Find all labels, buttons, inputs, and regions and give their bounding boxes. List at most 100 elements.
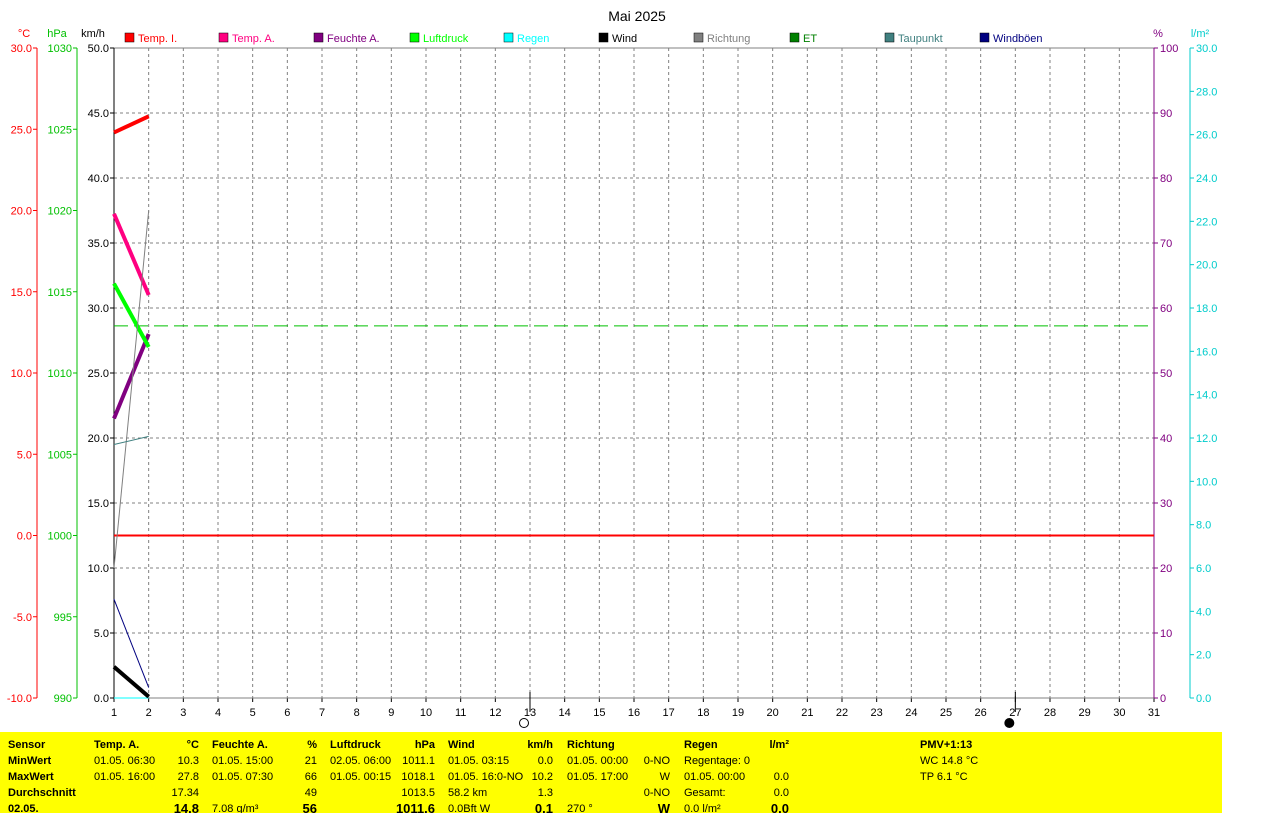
- series-line-temp-a-: [112, 213, 151, 296]
- right-axis-tick-label: 20.0: [1196, 260, 1217, 272]
- x-tick-label: 8: [354, 707, 360, 719]
- legend-swatch: [503, 32, 514, 43]
- left-axis-tick-label: 50.0: [88, 43, 109, 55]
- left-axis-tick-label: 995: [54, 612, 72, 624]
- left-axis-tick-label: 20.0: [11, 206, 32, 218]
- stats-sensor-header: Sensor: [8, 739, 46, 751]
- right-axis-tick-label: 28.0: [1196, 86, 1217, 98]
- x-tick-label: 12: [489, 707, 501, 719]
- right-axis-tick-label: 100: [1160, 43, 1178, 55]
- left-axis-tick-label: 5.0: [94, 628, 109, 640]
- x-tick-label: 18: [697, 707, 709, 719]
- left-axis-tick-label: 45.0: [88, 108, 109, 120]
- right-axis-tick-label: 80: [1160, 173, 1172, 185]
- dir-header: Richtung: [567, 739, 615, 751]
- wind-avg: 1.3: [537, 787, 553, 799]
- pmv-windchill: WC 14.8 °C: [920, 755, 979, 767]
- x-tick-label: 16: [628, 707, 640, 719]
- x-tick-label: 14: [559, 707, 571, 719]
- right-axis-tick-label: 0: [1160, 693, 1166, 705]
- legend-label: Regen: [517, 33, 549, 45]
- stats-col-temp: Temp. A. °C 01.05. 06:30 10.3 01.05. 16:00…: [94, 732, 199, 813]
- left-axis-tick-label: 30.0: [11, 43, 32, 55]
- x-tick-label: 1: [111, 707, 117, 719]
- rain-max-time: 01.05. 00:00: [684, 771, 746, 783]
- rain-current: 0.0: [770, 801, 789, 813]
- right-axis-tick-label: 14.0: [1196, 390, 1217, 402]
- right-axis-tick-label: 2.0: [1196, 650, 1211, 662]
- wind-min-time: 01.05. 03:15: [448, 755, 510, 767]
- right-axis-tick-label: 26.0: [1196, 130, 1217, 142]
- temp-min-value: 10.3: [177, 755, 199, 767]
- x-tick-label: 28: [1044, 707, 1056, 719]
- series-line-wind: [112, 665, 151, 699]
- stats-col-pmv: PMV+1:13 WC 14.8 °C TP 6.1 °C: [800, 732, 1100, 813]
- chart-grid: [114, 48, 1154, 698]
- stats-current-label: 02.05.: [8, 803, 39, 813]
- left-axis-tick-label: 40.0: [88, 173, 109, 185]
- temp-min-time: 01.05. 06:30: [94, 755, 156, 767]
- left-axis-tick-label: 1025: [48, 124, 72, 136]
- x-tick-label: 4: [215, 707, 221, 719]
- legend-swatch: [693, 32, 704, 43]
- right-axis-tick-label: 50: [1160, 368, 1172, 380]
- series-line-taupunkt: [113, 435, 149, 445]
- temp-max-value: 27.8: [177, 771, 199, 783]
- dir-max-time: 01.05. 17:00: [567, 771, 629, 783]
- legend-swatch: [598, 32, 609, 43]
- hum-max-time: 01.05. 07:30: [212, 771, 274, 783]
- temp-avg: 17.34: [171, 787, 199, 799]
- hum-current: 56: [302, 801, 317, 813]
- x-tick-label: 31: [1148, 707, 1160, 719]
- left-axis-tick-label: 1030: [48, 43, 72, 55]
- right-axis-tick-label: 10.0: [1196, 476, 1217, 488]
- left-axis-tick-label: 1005: [48, 449, 72, 461]
- press-avg: 1013.5: [401, 787, 435, 799]
- left-axis-tick-label: 15.0: [88, 498, 109, 510]
- x-tick-label: 10: [420, 707, 432, 719]
- full-moon-icon: [519, 718, 529, 728]
- x-tick-label: 22: [836, 707, 848, 719]
- legend-swatch: [409, 32, 420, 43]
- dir-current-deg: 270 °: [567, 803, 593, 813]
- left-axis-unit: °C: [18, 28, 30, 40]
- right-axis-unit: l/m²: [1191, 28, 1210, 40]
- legend-swatch: [884, 32, 895, 43]
- right-axis-tick-label: 12.0: [1196, 433, 1217, 445]
- left-axis-tick-label: -5.0: [13, 612, 32, 624]
- series-line-luftdruck: [112, 282, 151, 348]
- rain-max-value: 0.0: [773, 771, 789, 783]
- legend-label: Temp. A.: [232, 33, 275, 45]
- pmv-dewpoint: TP 6.1 °C: [920, 771, 968, 783]
- chart-title: Mai 2025: [608, 8, 666, 24]
- x-tick-label: 17: [663, 707, 675, 719]
- press-unit: hPa: [414, 739, 435, 751]
- wind-max-time: 01.05. 16:0-NO: [448, 771, 524, 783]
- legend-label: Luftdruck: [423, 33, 469, 45]
- dir-current: W: [657, 801, 670, 813]
- stats-max-label: MaxWert: [8, 771, 54, 783]
- weather-chart: 1 2 3 4 5 6 7 8 9 10 11 12 13 14 15 16 17 18 19 20 21 22 23 24 2…: [7, 8, 1217, 728]
- new-moon-icon: [1004, 718, 1015, 728]
- temp-max-time: 01.05. 16:00: [94, 771, 156, 783]
- hum-avg: 49: [304, 787, 317, 799]
- stats-panel: Sensor MinWert MaxWert Durchschnitt 02.0…: [0, 732, 1222, 813]
- stats-col-hum: Feuchte A.% 01.05. 15:00 21 01.05. 07:30 6…: [212, 732, 317, 813]
- right-axis-tick-label: 30.0: [1196, 43, 1217, 55]
- stats-col-sensor: Sensor MinWert MaxWert Durchschnitt 02.0…: [8, 732, 92, 813]
- left-axis-tick-label: 10.0: [11, 368, 32, 380]
- left-axis-tick-label: 1010: [48, 368, 72, 380]
- temp-header: Temp. A.: [94, 739, 140, 751]
- left-axis-tick-label: 15.0: [11, 287, 32, 299]
- left-axis-tick-label: 990: [54, 693, 72, 705]
- right-axis-tick-label: 90: [1160, 108, 1172, 120]
- press-current: 1011.6: [395, 801, 435, 813]
- wind-min-value: 0.0: [537, 755, 553, 767]
- legend-label: Feuchte A.: [327, 33, 380, 45]
- x-tick-label: 3: [180, 707, 186, 719]
- legend-label: Taupunkt: [898, 33, 943, 45]
- left-axis-tick-label: 30.0: [88, 303, 109, 315]
- left-axis-tick-label: 25.0: [11, 124, 32, 136]
- x-tick-label: 2: [146, 707, 152, 719]
- press-min-value: 1011.1: [402, 755, 435, 767]
